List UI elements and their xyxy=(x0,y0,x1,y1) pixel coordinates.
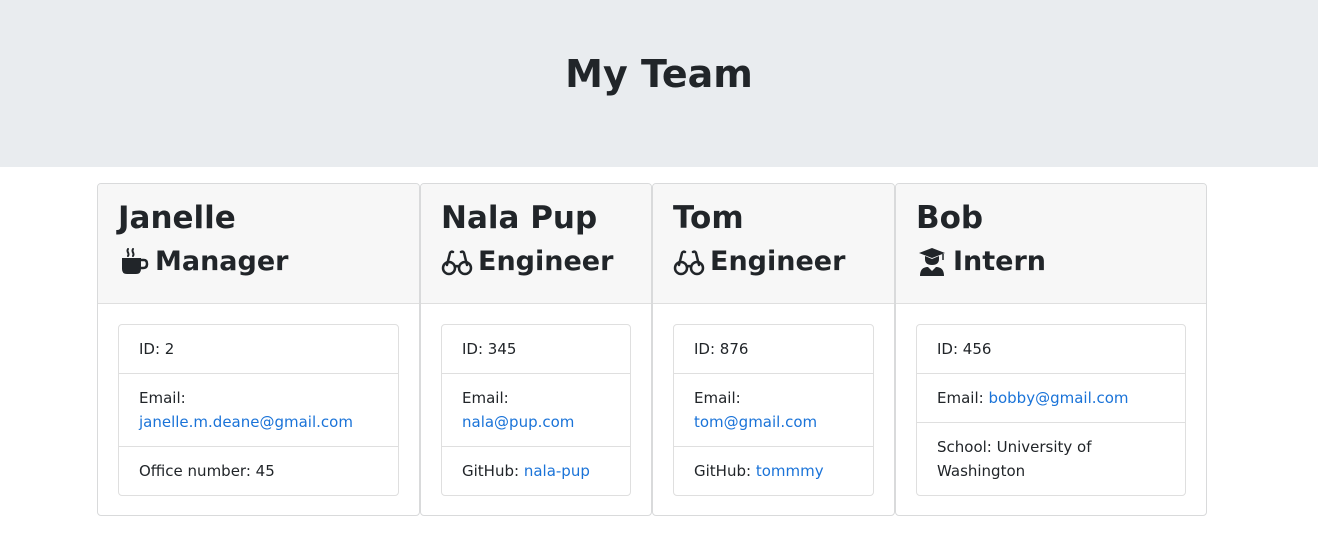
employee-details: ID: 456 Email: bobby@gmail.com School: U… xyxy=(916,324,1186,496)
employee-email-row: Email: nala@pup.com xyxy=(442,374,630,447)
employee-card-janelle: Janelle Manager ID: 2 Email: janelle.m.d… xyxy=(97,183,420,516)
employee-details: ID: 876 Email: tom@gmail.com GitHub: tom… xyxy=(673,324,874,496)
school-row: School: University of Washington xyxy=(937,438,1092,480)
github-link[interactable]: nala-pup xyxy=(524,462,590,480)
email-label: Email: xyxy=(139,389,186,407)
employee-id: ID: 345 xyxy=(442,325,630,374)
employee-role: Engineer xyxy=(673,244,874,280)
github-label: GitHub: xyxy=(462,462,520,480)
card-body: ID: 345 Email: nala@pup.com GitHub: nala… xyxy=(421,304,651,515)
email-label: Email: xyxy=(694,389,741,407)
employee-details: ID: 2 Email: janelle.m.deane@gmail.com O… xyxy=(118,324,399,496)
github-link[interactable]: tommmy xyxy=(756,462,824,480)
glasses-icon xyxy=(441,246,473,278)
email-label: Email: xyxy=(462,389,509,407)
employee-role: Manager xyxy=(118,244,399,280)
employee-name: Nala Pup xyxy=(441,200,598,236)
card-body: ID: 456 Email: bobby@gmail.com School: U… xyxy=(896,304,1206,515)
employee-card-tom: Tom Engineer ID: 876 Email: tom@gmail.co… xyxy=(652,183,895,516)
employee-name: Bob xyxy=(916,200,984,236)
github-row: GitHub: nala-pup xyxy=(442,447,630,495)
card-body: ID: 2 Email: janelle.m.deane@gmail.com O… xyxy=(98,304,419,515)
role-label: Engineer xyxy=(478,246,614,277)
email-label: Email: xyxy=(937,389,984,407)
employee-role: Intern xyxy=(916,244,1186,280)
role-label: Engineer xyxy=(710,246,846,277)
employee-card-nala-pup: Nala Pup Engineer ID: 345 Email: nala@pu… xyxy=(420,183,652,516)
role-label: Intern xyxy=(953,246,1047,277)
card-header: Janelle Manager xyxy=(98,184,419,304)
email-link[interactable]: tom@gmail.com xyxy=(694,413,817,431)
github-label: GitHub: xyxy=(694,462,752,480)
page-title: My Team xyxy=(565,51,753,96)
card-header: Bob Intern xyxy=(896,184,1206,304)
employee-email-row: Email: bobby@gmail.com xyxy=(917,374,1185,423)
employee-id: ID: 456 xyxy=(917,325,1185,374)
glasses-icon xyxy=(673,246,705,278)
mug-hot-icon xyxy=(118,246,150,278)
github-row: GitHub: tommmy xyxy=(674,447,873,495)
employee-name: Janelle xyxy=(118,200,236,236)
graduate-icon xyxy=(916,246,948,278)
page-header: My Team xyxy=(0,0,1318,167)
employee-details: ID: 345 Email: nala@pup.com GitHub: nala… xyxy=(441,324,631,496)
email-link[interactable]: janelle.m.deane@gmail.com xyxy=(139,413,353,431)
email-link[interactable]: nala@pup.com xyxy=(462,413,574,431)
role-label: Manager xyxy=(155,246,289,277)
card-header: Tom Engineer xyxy=(653,184,894,304)
employee-id: ID: 2 xyxy=(119,325,398,374)
employee-id: ID: 876 xyxy=(674,325,873,374)
employee-email-row: Email: janelle.m.deane@gmail.com xyxy=(119,374,398,447)
card-header: Nala Pup Engineer xyxy=(421,184,651,304)
office-number: Office number: 45 xyxy=(139,462,275,480)
email-link[interactable]: bobby@gmail.com xyxy=(988,389,1128,407)
employee-email-row: Email: tom@gmail.com xyxy=(674,374,873,447)
card-body: ID: 876 Email: tom@gmail.com GitHub: tom… xyxy=(653,304,894,515)
employee-role: Engineer xyxy=(441,244,631,280)
employee-card-bob: Bob Intern ID: 456 Email: bobby@gmail.co… xyxy=(895,183,1207,516)
employee-name: Tom xyxy=(673,200,744,236)
